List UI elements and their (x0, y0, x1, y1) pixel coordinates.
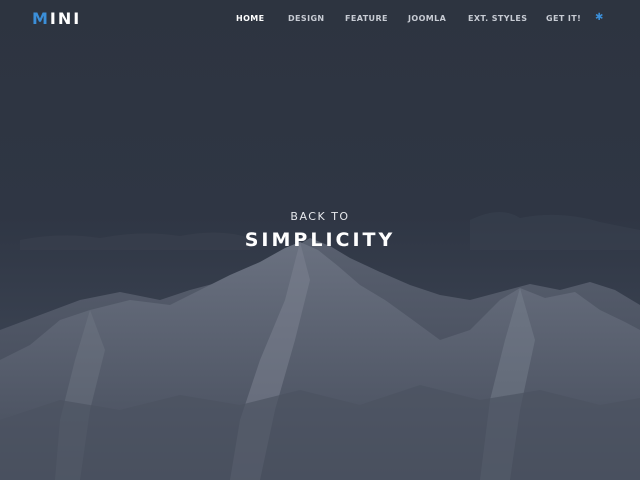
nav-item-design[interactable]: DESIGN (288, 14, 325, 23)
nav-item-joomla[interactable]: JOOMLA (408, 14, 446, 23)
hero-heading: BACK TO SIMPLICITY (0, 210, 640, 252)
hero-title: SIMPLICITY (244, 229, 396, 251)
main-menu: HOME DESIGN FEATURE JOOMLA EXT. STYLES G… (0, 12, 640, 28)
page: MINI HOME DESIGN FEATURE JOOMLA EXT. STY… (0, 0, 640, 480)
hero-subtitle: BACK TO (290, 210, 350, 223)
asterisk-icon[interactable]: ✱ (595, 12, 603, 23)
nav-item-get-it[interactable]: GET IT! (546, 14, 581, 23)
nav-item-home[interactable]: HOME (236, 14, 265, 23)
top-navigation-bar: MINI HOME DESIGN FEATURE JOOMLA EXT. STY… (0, 0, 640, 40)
nav-item-feature[interactable]: FEATURE (345, 14, 388, 23)
nav-item-ext-styles[interactable]: EXT. STYLES (468, 14, 527, 23)
